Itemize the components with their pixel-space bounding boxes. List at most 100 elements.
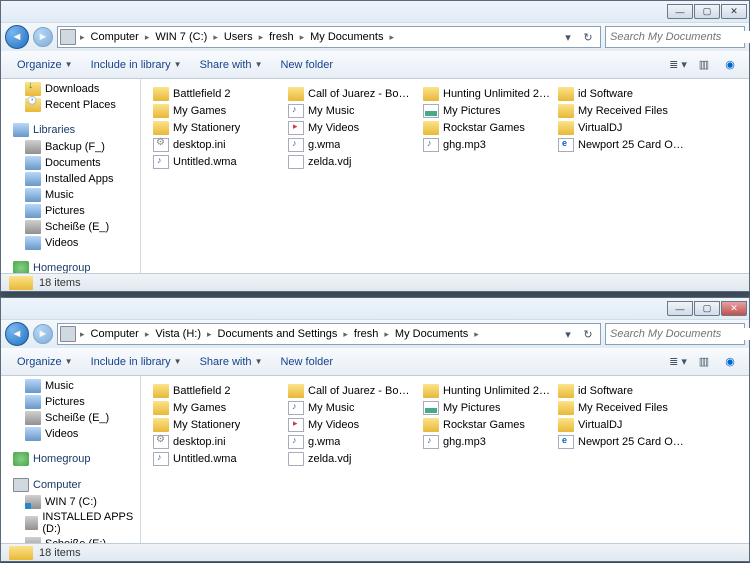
file-item[interactable]: Hunting Unlimited 2010 <box>419 85 554 102</box>
sidebar-item[interactable]: WIN 7 (C:) <box>1 494 140 510</box>
search-box[interactable]: 🔍 <box>605 26 745 48</box>
navigation-pane[interactable]: DownloadsRecent Places LibrariesBackup (F… <box>1 79 141 273</box>
search-input[interactable] <box>610 31 750 43</box>
file-item[interactable]: Hunting Unlimited 2010 <box>419 382 554 399</box>
chevron-right-icon[interactable]: ▸ <box>341 329 350 340</box>
file-item[interactable]: My Pictures <box>419 399 554 416</box>
sidebar-group-libraries[interactable]: Libraries <box>1 121 140 139</box>
view-options-button[interactable]: ≣ ▾ <box>667 352 689 372</box>
breadcrumb-segment[interactable]: Users <box>220 27 257 47</box>
sidebar-item[interactable]: Videos <box>1 426 140 442</box>
file-item[interactable]: Newport 25 Card Order Form.htm <box>554 433 689 450</box>
file-item[interactable]: My Stationery <box>149 119 284 136</box>
file-item[interactable]: desktop.ini <box>149 136 284 153</box>
file-item[interactable]: id Software <box>554 382 689 399</box>
view-options-button[interactable]: ≣ ▾ <box>667 55 689 75</box>
file-item[interactable]: Newport 25 Card Order Form.htm <box>554 136 689 153</box>
chevron-right-icon[interactable]: ▸ <box>257 32 266 43</box>
address-bar[interactable]: ▸ Computer ▸ Vista (H:) ▸ Documents and … <box>57 323 601 345</box>
sidebar-item[interactable]: Videos <box>1 235 140 251</box>
forward-button[interactable]: ► <box>33 324 53 344</box>
back-button[interactable]: ◄ <box>5 25 29 49</box>
sidebar-item[interactable]: Music <box>1 187 140 203</box>
titlebar[interactable]: — ▢ ✕ <box>1 1 749 23</box>
file-list[interactable]: Battlefield 2My GamesMy Stationerydeskto… <box>141 79 749 273</box>
file-item[interactable]: Untitled.wma <box>149 450 284 467</box>
file-item[interactable]: Call of Juarez - Bound in Blood <box>284 85 419 102</box>
include-library-menu[interactable]: Include in library▼ <box>83 353 190 371</box>
file-item[interactable]: zelda.vdj <box>284 153 419 170</box>
file-item[interactable]: My Games <box>149 102 284 119</box>
file-item[interactable]: Untitled.wma <box>149 153 284 170</box>
sidebar-item[interactable]: Recent Places <box>1 97 140 113</box>
file-item[interactable]: Call of Juarez - Bound in Blood <box>284 382 419 399</box>
chevron-right-icon[interactable]: ▸ <box>78 329 87 340</box>
include-library-menu[interactable]: Include in library▼ <box>83 56 190 74</box>
file-item[interactable]: VirtualDJ <box>554 119 689 136</box>
chevron-right-icon[interactable]: ▸ <box>78 32 87 43</box>
breadcrumb-segment[interactable]: fresh <box>265 27 297 47</box>
breadcrumb-segment[interactable]: fresh <box>350 324 382 344</box>
breadcrumb-segment[interactable]: Computer <box>87 324 143 344</box>
file-item[interactable]: ghg.mp3 <box>419 136 554 153</box>
chevron-right-icon[interactable]: ▸ <box>298 32 307 43</box>
organize-menu[interactable]: Organize▼ <box>9 353 81 371</box>
new-folder-button[interactable]: New folder <box>272 56 341 74</box>
share-menu[interactable]: Share with▼ <box>192 56 271 74</box>
file-list[interactable]: Battlefield 2My GamesMy Stationerydeskto… <box>141 376 749 543</box>
sidebar-group-homegroup[interactable]: Homegroup <box>1 450 140 468</box>
file-item[interactable]: Rockstar Games <box>419 416 554 433</box>
sidebar-item[interactable]: Scheiße (E_) <box>1 410 140 426</box>
file-item[interactable]: My Pictures <box>419 102 554 119</box>
sidebar-item[interactable]: Pictures <box>1 203 140 219</box>
file-item[interactable]: id Software <box>554 85 689 102</box>
chevron-right-icon[interactable]: ▸ <box>211 32 220 43</box>
address-dropdown-icon[interactable]: ▾ <box>558 328 578 341</box>
file-item[interactable]: My Received Files <box>554 102 689 119</box>
refresh-button[interactable]: ↻ <box>578 328 598 341</box>
navigation-pane[interactable]: MusicPicturesScheiße (E_)VideosHomegroup… <box>1 376 141 543</box>
help-button[interactable]: ◉ <box>719 352 741 372</box>
breadcrumb-segment[interactable]: Vista (H:) <box>151 324 205 344</box>
file-item[interactable]: zelda.vdj <box>284 450 419 467</box>
sidebar-item[interactable]: Scheiße (E_) <box>1 219 140 235</box>
chevron-right-icon[interactable]: ▸ <box>143 32 152 43</box>
address-bar[interactable]: ▸ Computer ▸ WIN 7 (C:) ▸ Users ▸ fresh … <box>57 26 601 48</box>
file-item[interactable]: Battlefield 2 <box>149 382 284 399</box>
breadcrumb-segment[interactable]: WIN 7 (C:) <box>151 27 211 47</box>
sidebar-group-computer[interactable]: Computer <box>1 476 140 494</box>
forward-button[interactable]: ► <box>33 27 53 47</box>
address-dropdown-icon[interactable]: ▾ <box>558 31 578 44</box>
file-item[interactable]: Rockstar Games <box>419 119 554 136</box>
file-item[interactable]: desktop.ini <box>149 433 284 450</box>
chevron-right-icon[interactable]: ▸ <box>143 329 152 340</box>
close-button[interactable]: ✕ <box>721 4 747 19</box>
sidebar-item[interactable]: Documents <box>1 155 140 171</box>
titlebar[interactable]: — ▢ ✕ <box>1 298 749 320</box>
breadcrumb-segment[interactable]: My Documents <box>306 27 387 47</box>
preview-pane-button[interactable]: ▥ <box>693 352 715 372</box>
back-button[interactable]: ◄ <box>5 322 29 346</box>
help-button[interactable]: ◉ <box>719 55 741 75</box>
maximize-button[interactable]: ▢ <box>694 4 720 19</box>
chevron-right-icon[interactable]: ▸ <box>387 32 396 43</box>
sidebar-item[interactable]: Downloads <box>1 81 140 97</box>
search-input[interactable] <box>610 328 750 340</box>
file-item[interactable]: Battlefield 2 <box>149 85 284 102</box>
file-item[interactable]: VirtualDJ <box>554 416 689 433</box>
share-menu[interactable]: Share with▼ <box>192 353 271 371</box>
breadcrumb-segment[interactable]: Computer <box>87 27 143 47</box>
file-item[interactable]: My Videos <box>284 119 419 136</box>
minimize-button[interactable]: — <box>667 301 693 316</box>
sidebar-item[interactable]: Backup (F_) <box>1 139 140 155</box>
preview-pane-button[interactable]: ▥ <box>693 55 715 75</box>
file-item[interactable]: g.wma <box>284 433 419 450</box>
breadcrumb-segment[interactable]: My Documents <box>391 324 472 344</box>
file-item[interactable]: My Music <box>284 102 419 119</box>
file-item[interactable]: g.wma <box>284 136 419 153</box>
sidebar-item[interactable]: INSTALLED APPS (D:) <box>1 510 140 536</box>
sidebar-item[interactable]: Music <box>1 378 140 394</box>
close-button[interactable]: ✕ <box>721 301 747 316</box>
new-folder-button[interactable]: New folder <box>272 353 341 371</box>
file-item[interactable]: My Videos <box>284 416 419 433</box>
